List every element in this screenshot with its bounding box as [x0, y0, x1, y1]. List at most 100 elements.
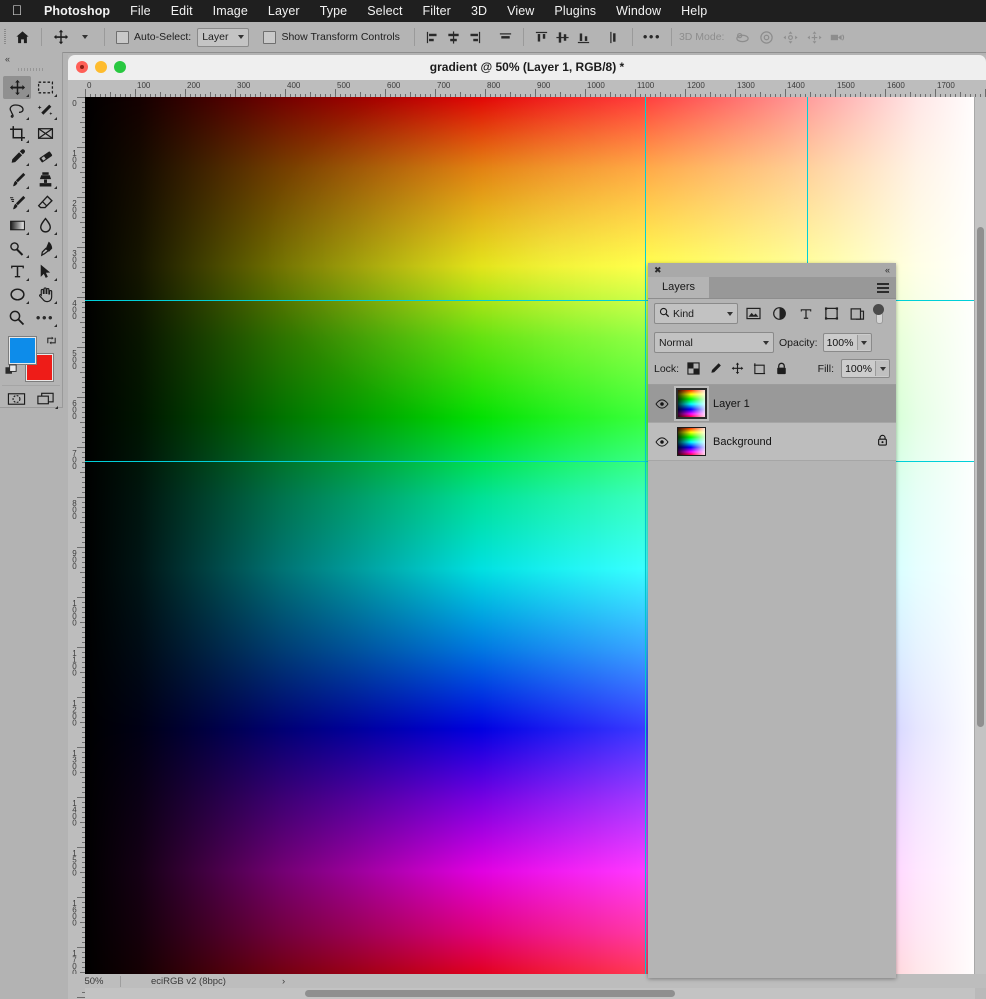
hand-tool[interactable]	[31, 283, 59, 306]
minimize-window-button[interactable]	[95, 61, 107, 73]
brush-tool[interactable]	[3, 168, 31, 191]
options-bar-grip[interactable]	[0, 22, 10, 52]
filter-kind-dropdown[interactable]: Kind	[654, 303, 738, 324]
history-brush-tool[interactable]	[3, 191, 31, 214]
vertical-ruler[interactable]: 0 100 200 300 400 500 600 700 800 900 1000 1100 1200…	[68, 97, 86, 999]
zoom-level-field[interactable]: 50%	[68, 975, 121, 987]
filter-enable-toggle[interactable]	[873, 304, 884, 324]
spot-healing-brush-tool[interactable]	[31, 145, 59, 168]
lasso-tool[interactable]	[3, 99, 31, 122]
lock-all-icon[interactable]	[774, 361, 789, 376]
align-horizontal-centers-icon[interactable]	[443, 27, 464, 48]
rectangular-marquee-tool[interactable]	[31, 76, 59, 99]
layer-thumbnail[interactable]	[677, 427, 706, 456]
menu-image[interactable]: Image	[203, 4, 258, 18]
home-icon[interactable]	[10, 25, 34, 49]
fill-chevron-down-icon[interactable]	[875, 361, 889, 376]
rotate-3d-icon[interactable]	[730, 25, 754, 49]
dodge-tool[interactable]	[3, 237, 31, 260]
zoom-tool[interactable]	[3, 306, 31, 329]
screen-mode-icon[interactable]	[32, 388, 60, 411]
pan-3d-icon[interactable]	[778, 25, 802, 49]
lock-transparent-pixels-icon[interactable]	[686, 361, 701, 376]
default-colors-icon[interactable]	[5, 364, 18, 382]
layer-row-layer-1[interactable]: Layer 1	[648, 385, 896, 423]
more-options-button[interactable]: •••	[640, 25, 664, 49]
filter-type-layers-icon[interactable]	[795, 304, 816, 323]
menu-edit[interactable]: Edit	[161, 4, 203, 18]
frame-tool[interactable]	[31, 122, 59, 145]
layer-visibility-toggle[interactable]	[654, 398, 670, 409]
camera-3d-icon[interactable]	[826, 25, 850, 49]
quick-mask-icon[interactable]	[3, 388, 31, 411]
move-tool[interactable]	[3, 76, 31, 99]
fill-field[interactable]: 100%	[841, 359, 890, 378]
auto-select-checkbox[interactable]	[116, 30, 129, 44]
move-tool-options-chevron-icon[interactable]	[73, 25, 97, 49]
swap-colors-icon[interactable]	[45, 334, 58, 352]
layer-row-background[interactable]: Background	[648, 423, 896, 461]
filter-shape-layers-icon[interactable]	[821, 304, 842, 323]
menu-3d[interactable]: 3D	[461, 4, 497, 18]
panel-menu-icon[interactable]	[877, 283, 889, 295]
align-bottom-edges-icon[interactable]	[573, 27, 594, 48]
distribute-horizontally-icon[interactable]	[495, 27, 516, 48]
pen-tool[interactable]	[31, 237, 59, 260]
layer-thumbnail[interactable]	[676, 388, 707, 419]
eraser-tool[interactable]	[31, 191, 59, 214]
opacity-field[interactable]: 100%	[822, 333, 872, 352]
tools-collapse-button[interactable]: «	[0, 52, 62, 65]
menu-window[interactable]: Window	[606, 4, 671, 18]
gradient-tool[interactable]	[3, 214, 31, 237]
menu-view[interactable]: View	[497, 4, 544, 18]
menu-photoshop[interactable]: Photoshop	[34, 4, 120, 18]
slide-3d-icon[interactable]	[802, 25, 826, 49]
apple-menu-icon[interactable]: 	[0, 3, 34, 19]
menu-file[interactable]: File	[120, 4, 161, 18]
lock-artboard-nesting-icon[interactable]	[752, 361, 767, 376]
layer-visibility-toggle[interactable]	[654, 436, 670, 447]
horizontal-scrollbar-thumb[interactable]	[305, 990, 675, 997]
crop-tool[interactable]	[3, 122, 31, 145]
horizontal-type-tool[interactable]	[3, 260, 31, 283]
roll-3d-icon[interactable]	[754, 25, 778, 49]
vertical-scrollbar[interactable]	[974, 97, 986, 987]
tools-panel-grip[interactable]	[0, 65, 62, 74]
eyedropper-tool[interactable]	[3, 145, 31, 168]
ruler-origin-corner[interactable]	[68, 80, 86, 98]
magic-wand-tool[interactable]	[31, 99, 59, 122]
menu-layer[interactable]: Layer	[258, 4, 310, 18]
opacity-chevron-down-icon[interactable]	[856, 335, 871, 350]
status-expand-arrow-icon[interactable]: ›	[282, 976, 285, 987]
blur-tool[interactable]	[31, 214, 59, 237]
ellipse-tool[interactable]	[3, 283, 31, 306]
align-right-edges-icon[interactable]	[464, 27, 485, 48]
layer-name[interactable]: Layer 1	[713, 398, 888, 410]
filter-adjustment-layers-icon[interactable]	[769, 304, 790, 323]
menu-filter[interactable]: Filter	[413, 4, 461, 18]
blend-mode-dropdown[interactable]: Normal	[654, 332, 774, 353]
clone-stamp-tool[interactable]	[31, 168, 59, 191]
menu-help[interactable]: Help	[671, 4, 717, 18]
tab-layers[interactable]: Layers	[648, 277, 710, 298]
layer-name[interactable]: Background	[713, 436, 870, 448]
collapse-panel-icon[interactable]: «	[885, 265, 890, 275]
align-vertical-centers-icon[interactable]	[552, 27, 573, 48]
menu-select[interactable]: Select	[357, 4, 412, 18]
close-window-button[interactable]	[76, 61, 88, 73]
show-transform-controls-checkbox[interactable]	[263, 30, 277, 44]
menu-plugins[interactable]: Plugins	[544, 4, 606, 18]
vertical-scrollbar-thumb[interactable]	[977, 227, 984, 727]
horizontal-ruler[interactable]: 0 100 200 300 400 500 600 700 800 900 1000 1100 1200…	[85, 80, 986, 98]
close-icon[interactable]: ✖	[654, 265, 662, 276]
align-top-edges-icon[interactable]	[531, 27, 552, 48]
horizontal-scrollbar[interactable]	[85, 988, 975, 999]
distribute-vertically-icon[interactable]	[604, 27, 625, 48]
edit-toolbar-tool[interactable]: •••	[31, 306, 59, 329]
guide-vertical-1[interactable]	[645, 97, 646, 987]
document-title-bar[interactable]: gradient @ 50% (Layer 1, RGB/8) *	[68, 55, 986, 81]
auto-select-target-dropdown[interactable]: Layer	[197, 27, 250, 47]
zoom-window-button[interactable]	[114, 61, 126, 73]
move-tool-icon[interactable]	[49, 25, 73, 49]
lock-image-pixels-icon[interactable]	[708, 361, 723, 376]
